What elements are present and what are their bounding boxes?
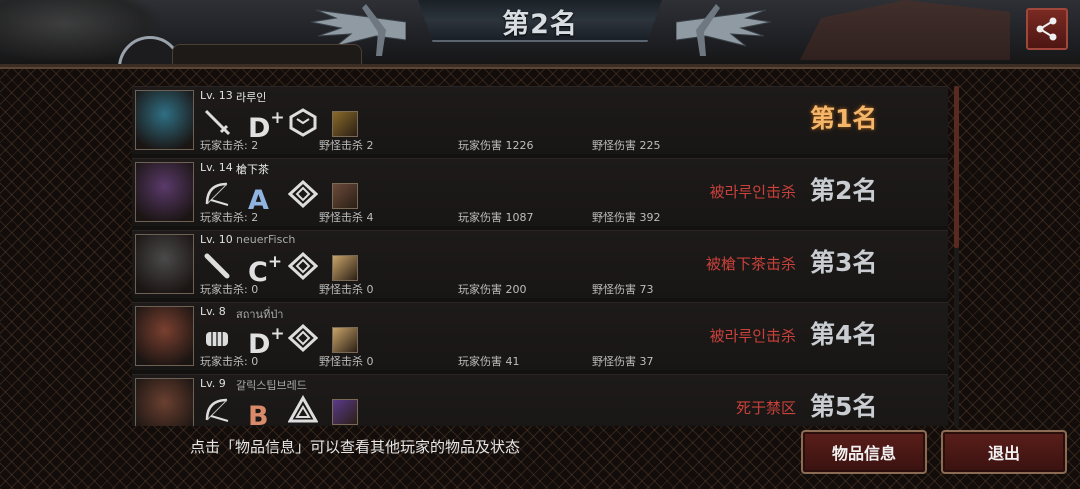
grade-badge: D+ [248, 324, 285, 360]
player-name: 갈릭스팁브레드 [236, 379, 307, 392]
hint-text: 点击「物品信息」可以查看其他玩家的物品及状态 [190, 438, 521, 456]
monster-damage: 野怪伤害 225 [592, 139, 661, 152]
bat-icon [202, 251, 232, 281]
final-rank: 第5名 [810, 392, 878, 421]
equipped-item-icon [332, 111, 358, 137]
player-level: Lv. 8 [200, 305, 226, 318]
monster-kills: 野怪击杀 0 [319, 355, 374, 368]
monster-damage: 野怪伤害 392 [592, 211, 661, 224]
final-rank: 第2名 [810, 176, 878, 205]
rank-tier-icon [287, 323, 319, 353]
share-icon [1036, 17, 1057, 41]
player-kills: 玩家击杀: 0 [200, 355, 259, 368]
final-rank: 第1名 [810, 104, 878, 133]
grade-badge: B [248, 401, 269, 427]
player-name: 槍下茶 [236, 163, 269, 176]
right-wing-ornament-icon [676, 4, 772, 56]
character-portrait [135, 306, 194, 366]
exit-button[interactable]: 退出 [941, 430, 1067, 474]
grade-badge: D+ [248, 108, 285, 144]
page-title: 第2名 [502, 9, 578, 40]
character-portrait [135, 234, 194, 294]
player-level: Lv. 14 [200, 161, 233, 174]
monster-kills: 野怪击杀 0 [319, 283, 374, 296]
monster-damage: 野怪伤害 73 [592, 283, 654, 296]
sword-icon [202, 107, 232, 137]
bow-icon [202, 179, 232, 209]
player-damage: 玩家伤害 200 [458, 283, 527, 296]
player-row[interactable]: Lv. 14 槍下茶 A 玩家击杀: 2 野怪击杀 4 玩家伤害 1087 野怪… [132, 158, 948, 226]
equipped-item-icon [332, 399, 358, 425]
player-name-tab [172, 44, 362, 65]
item-info-button[interactable]: 物品信息 [801, 430, 927, 474]
elimination-status: 死于禁区 [735, 399, 796, 417]
player-kills: 玩家击杀: 2 [200, 211, 259, 224]
player-name: สถานที่ป่า [236, 308, 284, 321]
character-portrait [135, 90, 194, 150]
background-house [800, 0, 1010, 60]
player-row[interactable]: Lv. 8 สถานที่ป่า D+ 玩家击杀: 0 野怪击杀 0 玩家伤害 … [132, 302, 948, 370]
equipped-item-icon [332, 327, 358, 353]
player-ranking-list[interactable]: Lv. 13 라루인 D+ 玩家击杀: 2 野怪击杀 2 玩家伤害 1226 野… [132, 86, 948, 426]
monster-damage: 野怪伤害 37 [592, 355, 654, 368]
elimination-status: 被라루인击杀 [709, 327, 796, 345]
rank-tier-icon [287, 179, 319, 209]
player-name: 라루인 [236, 91, 267, 104]
scrollbar-thumb[interactable] [954, 86, 959, 248]
player-name: neuerFisch [236, 233, 296, 246]
grade-badge: A [248, 185, 269, 216]
player-kills: 玩家击杀: 2 [200, 139, 259, 152]
share-button[interactable] [1026, 8, 1068, 50]
player-kills: 玩家击杀: 0 [200, 283, 259, 296]
equipped-item-icon [332, 255, 358, 281]
elimination-status: 被라루인击杀 [709, 183, 796, 201]
player-damage: 玩家伤害 41 [458, 355, 520, 368]
character-portrait [135, 162, 194, 222]
final-rank: 第4名 [810, 320, 878, 349]
player-row[interactable]: Lv. 10 neuerFisch C+ 玩家击杀: 0 野怪击杀 0 玩家伤害… [132, 230, 948, 298]
monster-kills: 野怪击杀 2 [319, 139, 374, 152]
player-level: Lv. 13 [200, 89, 233, 102]
final-rank: 第3名 [810, 248, 878, 277]
rank-tier-icon [287, 394, 319, 425]
player-row[interactable]: Lv. 9 갈릭스팁브레드 B 死于禁区 第5名 [132, 374, 948, 426]
rank-tier-icon [288, 107, 318, 137]
rank-tier-icon [287, 251, 319, 281]
monster-kills: 野怪击杀 4 [319, 211, 374, 224]
bow-icon [202, 395, 232, 425]
elimination-status: 被槍下茶击杀 [705, 255, 796, 273]
player-level: Lv. 9 [200, 377, 226, 390]
character-portrait [135, 378, 194, 426]
grade-badge: C+ [248, 252, 283, 288]
fist-icon [202, 323, 232, 353]
player-damage: 玩家伤害 1226 [458, 139, 534, 152]
player-damage: 玩家伤害 1087 [458, 211, 534, 224]
equipped-item-icon [332, 183, 358, 209]
player-level: Lv. 10 [200, 233, 233, 246]
player-row[interactable]: Lv. 13 라루인 D+ 玩家击杀: 2 野怪击杀 2 玩家伤害 1226 野… [132, 86, 948, 154]
list-scrollbar[interactable] [954, 86, 959, 426]
